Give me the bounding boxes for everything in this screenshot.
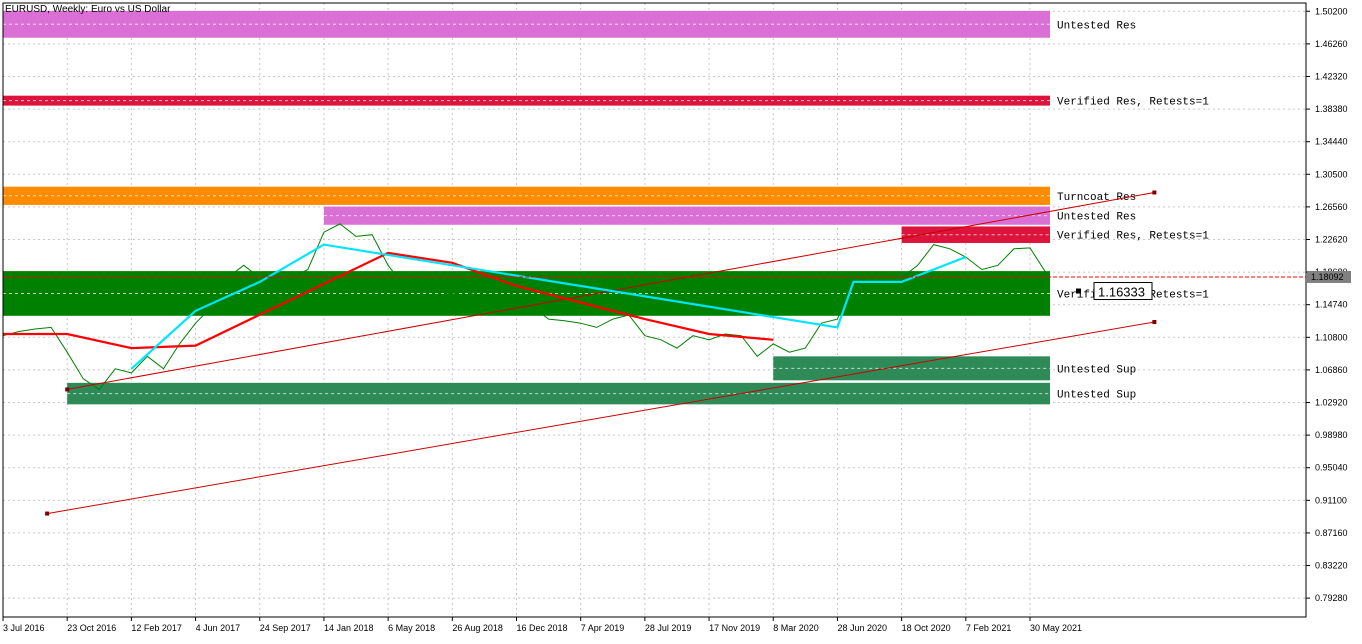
trendline-anchor[interactable] — [45, 511, 50, 516]
price-axis-label: 0.98980 — [1315, 430, 1348, 440]
price-axis-label: 1.14740 — [1315, 300, 1348, 310]
price-axis-label: 1.02920 — [1315, 398, 1348, 408]
time-axis-label: 7 Feb 2021 — [966, 623, 1012, 633]
time-axis-label: 3 Jul 2016 — [3, 623, 45, 633]
time-axis-label: 23 Oct 2016 — [67, 623, 116, 633]
trading-chart[interactable]: Untested Res Verified Res, Retests=1 Turnc… — [0, 0, 1362, 639]
price-axis-label: 0.87160 — [1315, 528, 1348, 538]
price-axis-label: 0.79280 — [1315, 593, 1348, 603]
zone-label: Untested Sup — [1057, 390, 1136, 402]
price-axis-label: 1.38380 — [1315, 104, 1348, 114]
current-price-tag: 1.18092 — [1311, 272, 1344, 282]
price-axis-label: 1.06860 — [1315, 365, 1348, 375]
time-axis-label: 26 Aug 2018 — [452, 623, 503, 633]
price-axis-label: 1.50200 — [1315, 6, 1348, 16]
price-axis-label: 1.30500 — [1315, 169, 1348, 179]
zone-label: Untested Res — [1057, 20, 1136, 32]
price-axis-label: 1.22620 — [1315, 234, 1348, 244]
zone-label: Verified Res, Retests=1 — [1057, 97, 1209, 109]
price-axis-label: 1.26560 — [1315, 202, 1348, 212]
time-axis-label: 8 Mar 2020 — [773, 623, 819, 633]
time-axis-label: 18 Oct 2020 — [902, 623, 951, 633]
price-axis-label: 1.34440 — [1315, 137, 1348, 147]
time-axis-label: 17 Nov 2019 — [709, 623, 760, 633]
trendline-anchor[interactable] — [65, 387, 70, 392]
time-axis-label: 4 Jun 2017 — [196, 623, 241, 633]
zone-label: Verified Res, Retests=1 — [1057, 231, 1209, 243]
trendline-anchor[interactable] — [1152, 190, 1157, 195]
chart-title: EURUSD, Weekly: Euro vs US Dollar — [5, 4, 171, 15]
zone-label: Untested Res — [1057, 212, 1136, 224]
time-axis-label: 14 Jan 2018 — [324, 623, 374, 633]
time-axis-label: 12 Feb 2017 — [131, 623, 182, 633]
price-chart-canvas[interactable]: Untested ResVerified Res, Retests=1Turnc… — [0, 0, 1362, 639]
series-line-trend-line — [47, 321, 1155, 515]
zone-label: Untested Sup — [1057, 364, 1136, 376]
time-axis-label: 6 May 2018 — [388, 623, 435, 633]
time-axis-label: 7 Apr 2019 — [581, 623, 625, 633]
time-axis-label: 28 Jul 2019 — [645, 623, 692, 633]
price-axis-label: 1.46260 — [1315, 39, 1348, 49]
price-axis-label: 1.10800 — [1315, 332, 1348, 342]
price-axis-label: 1.42320 — [1315, 71, 1348, 81]
time-axis-label: 16 Dec 2018 — [517, 623, 568, 633]
price-axis-label: 0.83220 — [1315, 561, 1348, 571]
cursor-marker[interactable] — [1076, 288, 1081, 294]
trendline-anchor[interactable] — [1152, 319, 1157, 324]
time-axis-label: 28 Jun 2020 — [837, 623, 887, 633]
time-axis-label: 24 Sep 2017 — [260, 623, 311, 633]
time-axis-label: 30 May 2021 — [1030, 623, 1082, 633]
price-axis-label: 0.95040 — [1315, 463, 1348, 473]
cursor-price-label: 1.16333 — [1098, 285, 1145, 300]
price-axis-label: 0.91100 — [1315, 495, 1347, 505]
